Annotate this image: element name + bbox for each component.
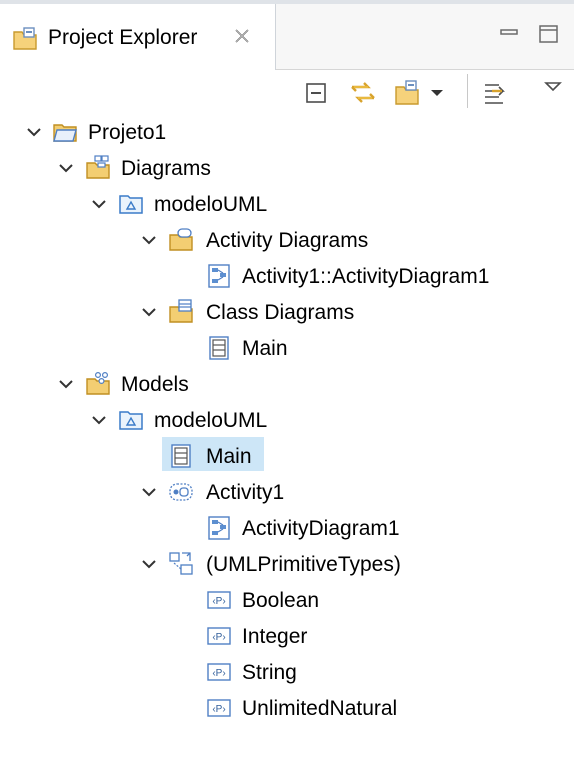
tree-item-activity-diagrams[interactable]: Activity Diagrams [0,223,574,259]
tree-item-label: String [242,661,297,684]
chevron-down-icon[interactable] [140,231,158,249]
chevron-down-icon[interactable] [140,303,158,321]
tree-item-label: Activity1::ActivityDiagram1 [242,265,490,288]
collapse-all-icon[interactable] [299,76,333,110]
link-with-editor-icon[interactable] [346,76,380,110]
primitive-type-icon: ‹P› [206,695,232,721]
tree-item-label: Models [121,373,189,396]
tab-bar-background [276,4,574,70]
svg-text:‹P›: ‹P› [212,704,225,715]
activity-diagram-icon [206,515,232,541]
uml-model-icon [118,191,144,217]
tree-item-label: Integer [242,625,308,648]
activity-diagram-icon [206,263,232,289]
tree-item-class-diagrams[interactable]: Class Diagrams [0,295,574,331]
primitive-type-icon: ‹P› [206,623,232,649]
project-explorer-panel: Project Explorer Projeto1 Diagrams model… [0,0,574,771]
tree-item-boolean[interactable]: ‹P› Boolean [0,583,574,619]
activity-icon [168,479,194,505]
tree-item-label: Main [242,337,288,360]
view-title: Project Explorer [48,26,198,49]
uml-model-icon [118,407,144,433]
tree-item-model-main[interactable]: Main [0,439,574,475]
package-import-icon [168,551,194,577]
primitive-type-icon: ‹P› [206,587,232,613]
tree-item-label: modeloUML [154,193,268,216]
tree-item-label: (UMLPrimitiveTypes) [206,553,401,576]
svg-text:‹P›: ‹P› [212,632,225,643]
focus-icon[interactable] [478,76,512,110]
primitive-type-icon: ‹P› [206,659,232,685]
tree-item-label: Activity1 [206,481,285,504]
project-explorer-tab[interactable]: Project Explorer [0,4,276,70]
tree-item-models[interactable]: Models [0,367,574,403]
tree-item-activity1[interactable]: Activity1 [0,475,574,511]
chevron-down-icon[interactable] [25,123,43,141]
tree-item-label: Activity Diagrams [206,229,369,252]
tree-item-diagrams[interactable]: Diagrams [0,151,574,187]
tree-item-modelouml-diagrams[interactable]: modeloUML [0,187,574,223]
chevron-down-icon[interactable] [140,483,158,501]
tree-item-label: Boolean [242,589,320,612]
tree-item-label: Diagrams [121,157,211,180]
tree-item-modelouml-models[interactable]: modeloUML [0,403,574,439]
activity-diagrams-folder-icon [168,227,194,253]
models-folder-icon [85,371,111,397]
chevron-down-icon[interactable] [57,159,75,177]
svg-text:‹P›: ‹P› [212,596,225,607]
close-icon[interactable] [230,24,254,48]
tree-item-label: modeloUML [154,409,268,432]
new-icon[interactable] [391,76,425,110]
chevron-down-icon[interactable] [57,375,75,393]
dropdown-arrow-icon[interactable] [426,76,448,110]
tree-item-label: Class Diagrams [206,301,355,324]
svg-text:‹P›: ‹P› [212,668,225,679]
tree-item-activitydiagram1[interactable]: ActivityDiagram1 [0,511,574,547]
minimize-icon[interactable] [496,22,522,46]
toolbar-separator [467,74,468,108]
project-explorer-icon [12,26,42,52]
class-diagram-icon [206,335,232,361]
tree-item-projeto1[interactable]: Projeto1 [0,115,574,151]
tree-item-activity1-activitydiagram1[interactable]: Activity1::ActivityDiagram1 [0,259,574,295]
view-menu-icon[interactable] [536,70,570,104]
tree-item-uml-primitive-types[interactable]: (UMLPrimitiveTypes) [0,547,574,583]
chevron-down-icon[interactable] [140,555,158,573]
chevron-down-icon[interactable] [90,411,108,429]
tree-item-label: Main [206,445,252,468]
chevron-down-icon[interactable] [90,195,108,213]
maximize-icon[interactable] [536,22,562,46]
tree-item-string[interactable]: ‹P› String [0,655,574,691]
diagrams-folder-icon [85,155,111,181]
tree-item-unlimitednatural[interactable]: ‹P› UnlimitedNatural [0,691,574,727]
class-diagrams-folder-icon [168,299,194,325]
tree-item-label: Projeto1 [88,121,167,144]
project-tree: Projeto1 Diagrams modeloUML Activity Dia… [0,110,574,771]
tree-item-label: ActivityDiagram1 [242,517,400,540]
project-folder-icon [52,119,78,145]
tree-item-class-main[interactable]: Main [0,331,574,367]
tree-item-label: UnlimitedNatural [242,697,398,720]
class-diagram-icon [168,443,194,469]
tree-item-integer[interactable]: ‹P› Integer [0,619,574,655]
